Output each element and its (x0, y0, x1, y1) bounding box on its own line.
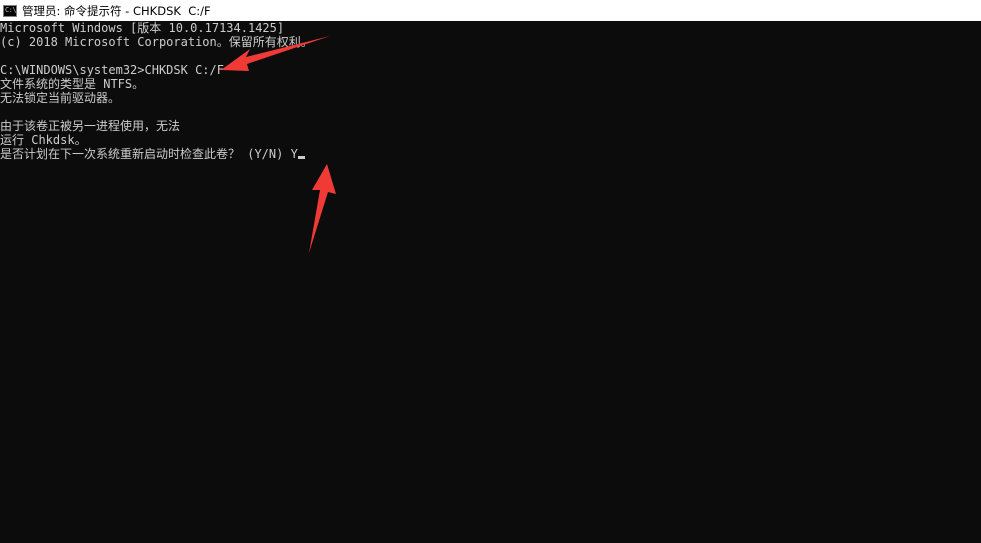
console-line: 运行 Chkdsk。 (0, 133, 87, 147)
console-line: C:\WINDOWS\system32>CHKDSK C:/F (0, 63, 224, 77)
text-cursor (297, 156, 305, 159)
console-line: (c) 2018 Microsoft Corporation。保留所有权利。 (0, 35, 313, 49)
console-output[interactable]: Microsoft Windows [版本 10.0.17134.1425] (… (0, 21, 981, 543)
console-input-line[interactable]: 是否计划在下一次系统重新启动时检查此卷？ (Y/N) Y (0, 147, 981, 161)
console-line: 由于该卷正被另一进程使用，无法 (0, 119, 181, 133)
console-prompt-text: 是否计划在下一次系统重新启动时检查此卷？ (Y/N) Y (0, 147, 298, 161)
console-icon[interactable]: C:\ (3, 4, 17, 17)
console-line: Microsoft Windows [版本 10.0.17134.1425] (0, 21, 285, 35)
command-prompt-window: C:\ 管理员: 命令提示符 - CHKDSK C:/F Microsoft W… (0, 0, 981, 543)
console-line: 无法锁定当前驱动器。 (0, 91, 121, 105)
console-line: 文件系统的类型是 NTFS。 (0, 77, 145, 91)
title-bar[interactable]: C:\ 管理员: 命令提示符 - CHKDSK C:/F (0, 0, 981, 21)
window-title: 管理员: 命令提示符 - CHKDSK C:/F (22, 3, 211, 18)
